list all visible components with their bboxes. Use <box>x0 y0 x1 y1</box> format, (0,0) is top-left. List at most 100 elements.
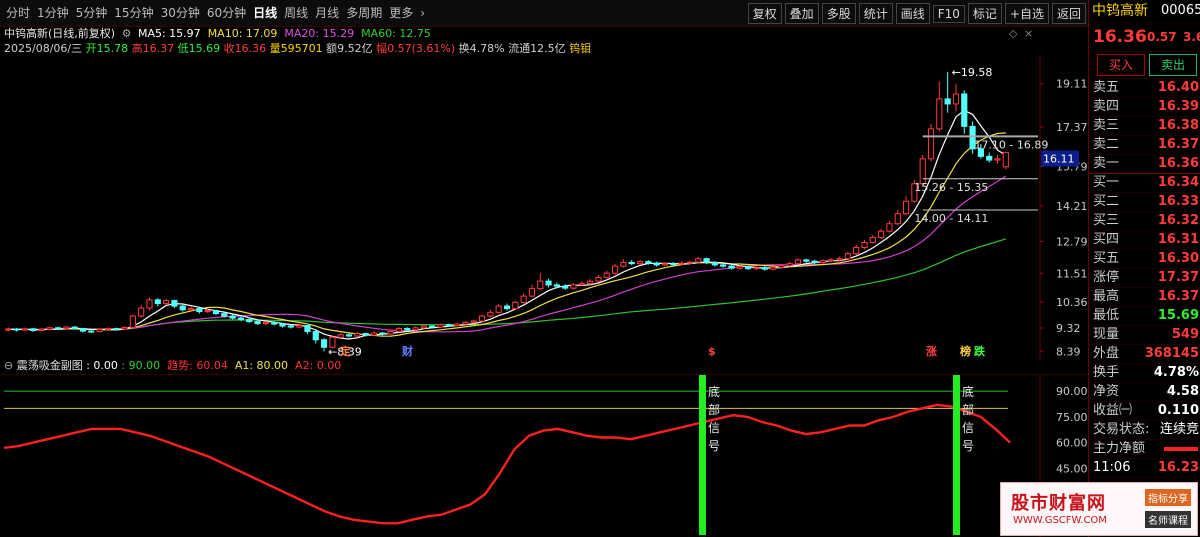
toolbar-button-4[interactable]: 画线 <box>895 3 930 24</box>
kline-svg: 19.1117.3715.7914.2112.7911.5110.369.328… <box>5 56 1088 361</box>
watermark-tag-share[interactable]: 指标分享 <box>1145 489 1191 506</box>
toolbar-button-2[interactable]: 多股 <box>821 3 856 24</box>
book-label: 卖五 <box>1093 80 1120 95</box>
candle-body <box>587 280 594 285</box>
sell-button[interactable]: 卖出 <box>1149 54 1197 76</box>
toolbar-button-3[interactable]: 统计 <box>858 3 893 24</box>
candle-body <box>271 321 278 325</box>
book-row[interactable]: 卖五 16.40 <box>1089 79 1200 98</box>
indicator-toggle-icon[interactable]: ⊖ <box>4 359 13 372</box>
candle-body <box>595 276 602 282</box>
bar-concept[interactable]: 钨钼 <box>569 42 591 55</box>
toolbar-button-7[interactable]: +自选 <box>1004 3 1049 24</box>
book-price: 16.32 <box>1157 213 1199 228</box>
diamond-icon[interactable]: ◇ <box>1009 26 1017 41</box>
signal-text: 底 <box>962 384 974 399</box>
candle-body <box>370 332 378 336</box>
ma20-value: MA20: 15.29 <box>284 27 355 40</box>
candle-body <box>836 258 843 261</box>
period-tab-8[interactable]: 月线 <box>315 4 339 21</box>
book-row[interactable]: 买四 16.31 <box>1089 231 1200 250</box>
book-label: 买四 <box>1093 232 1120 247</box>
book-price: 16.39 <box>1157 99 1199 114</box>
candle-body <box>811 260 818 263</box>
indicator-chart[interactable]: 90.0075.0060.0045.0015.00底部信号底部信号 <box>0 374 1088 537</box>
candle-body <box>528 288 536 297</box>
buy-button[interactable]: 买入 <box>1097 54 1145 76</box>
watermark-tag-course[interactable]: 名师课程 <box>1145 511 1191 528</box>
book-row[interactable]: 买二 16.33 <box>1089 193 1200 212</box>
book-row[interactable]: 卖三 16.38 <box>1089 117 1200 136</box>
toolbar-button-6[interactable]: 标记 <box>967 3 1002 24</box>
stat-row: 外盘 368145 <box>1089 345 1200 364</box>
close-icon[interactable]: × <box>1024 26 1033 41</box>
book-label: 卖二 <box>1093 137 1120 152</box>
price-axis-tick: 12.79 <box>1056 235 1088 248</box>
indicator-svg: 90.0075.0060.0045.0015.00底部信号底部信号 <box>0 374 1088 537</box>
indicator-name[interactable]: 震荡吸金副图 <box>17 359 83 372</box>
bar-amount: 额9.52亿 <box>326 42 373 55</box>
period-tab-3[interactable]: 15分钟 <box>114 4 153 21</box>
candle-body <box>204 310 211 313</box>
period-tab-10[interactable]: 更多 <box>389 4 413 21</box>
more-chevron-icon[interactable]: › <box>420 6 425 20</box>
candle-body <box>262 321 269 325</box>
candle-body <box>454 323 461 327</box>
stat-value: 4.58 <box>1166 384 1199 399</box>
price-axis-tick: 8.39 <box>1056 345 1081 358</box>
candle-body <box>5 328 12 331</box>
candle-body <box>171 300 178 307</box>
candle-body <box>187 308 195 311</box>
candle-body <box>229 315 236 319</box>
quote-panel: 中钨高新 000657 16.36 0.57 3.6 买入 卖出 卖五 16.40… <box>1088 0 1200 537</box>
candle-body <box>312 331 319 341</box>
book-row[interactable]: 买三 16.32 <box>1089 212 1200 231</box>
signal-text: 底 <box>708 384 720 399</box>
toolbar-button-5[interactable]: F10 <box>932 5 965 23</box>
candle-body <box>296 325 303 328</box>
kline-chart[interactable]: 19.11 17.37 15.79 14.21 12.79 11.51 10.36 9.32 8… <box>0 56 1088 361</box>
high-label: ←19.58 <box>952 66 993 79</box>
period-tab-7[interactable]: 周线 <box>284 4 308 21</box>
toolbar-button-1[interactable]: 叠加 <box>784 3 819 24</box>
book-price: 16.34 <box>1157 175 1199 190</box>
candle-body <box>129 315 136 329</box>
period-tab-6[interactable]: 日线 <box>253 4 277 21</box>
stock-name: 中钨高新 <box>1092 3 1148 19</box>
period-selector: 分时 1分钟 5分钟 15分钟 30分钟 60分钟 日线 周线 月线 多周期 更多 › <box>6 4 432 21</box>
period-tab-0[interactable]: 分时 <box>6 4 30 21</box>
book-row[interactable]: 卖四 16.39 <box>1089 98 1200 117</box>
book-row[interactable]: 买五 16.30 <box>1089 250 1200 269</box>
book-row[interactable]: 卖一 16.36 <box>1089 155 1200 174</box>
period-tab-4[interactable]: 30分钟 <box>161 4 200 21</box>
bar-open: 开15.78 <box>85 42 129 55</box>
quote-stats: 涨停 17.37 最高 16.37 最低 15.69 现量 549 外盘 368145 换手 4.78… <box>1089 269 1200 421</box>
price-axis-tick: 17.37 <box>1056 121 1088 134</box>
site-watermark[interactable]: 股市财富网 WWW.GSCFW.COM 指标分享 名师课程 <box>1000 482 1198 536</box>
stat-label: 净资 <box>1093 384 1120 399</box>
book-label: 买三 <box>1093 213 1120 228</box>
period-tab-5[interactable]: 60分钟 <box>207 4 246 21</box>
book-row[interactable]: 买一 16.34 <box>1089 174 1200 193</box>
candle-body <box>720 264 727 267</box>
period-tab-2[interactable]: 5分钟 <box>76 4 108 21</box>
candle-body <box>63 326 70 330</box>
candle-body <box>279 323 286 327</box>
bar-high: 高16.37 <box>131 42 175 55</box>
candle-body <box>612 265 619 274</box>
candle-body <box>944 98 951 105</box>
mainforce-row: 主力净额 <box>1089 440 1200 459</box>
stat-label: 外盘 <box>1093 346 1120 361</box>
indicator-header: ⊖ 震荡吸金副图 : 0.00 : 90.00 趋势: 60.04 A1: 80… <box>4 358 341 374</box>
price-axis-tick: 11.51 <box>1056 267 1088 280</box>
toolbar-button-0[interactable]: 复权 <box>747 3 782 24</box>
candle-body <box>894 213 901 225</box>
mainforce-label[interactable]: 主力净额 <box>1093 440 1145 458</box>
settings-icon[interactable]: ⚙ <box>122 27 132 40</box>
candle-body <box>678 262 685 265</box>
toolbar-button-8[interactable]: 返回 <box>1051 3 1086 24</box>
period-tab-1[interactable]: 1分钟 <box>37 4 69 21</box>
book-row[interactable]: 卖二 16.37 <box>1089 136 1200 155</box>
bar-volume: 量595701 <box>269 42 323 55</box>
period-tab-9[interactable]: 多周期 <box>346 4 382 21</box>
